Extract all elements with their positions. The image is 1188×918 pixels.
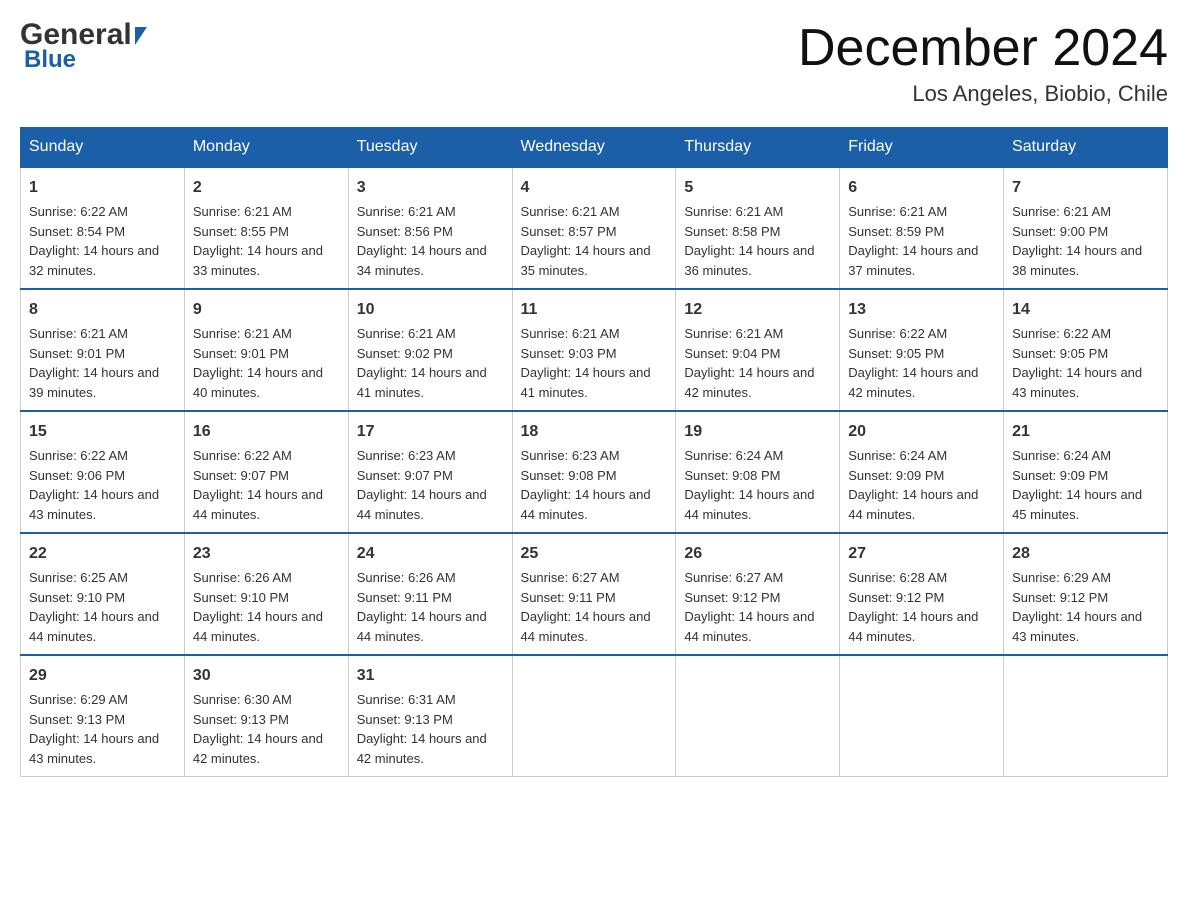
table-row: 4Sunrise: 6:21 AMSunset: 8:57 PMDaylight… xyxy=(512,167,676,289)
calendar-week-row: 15Sunrise: 6:22 AMSunset: 9:06 PMDayligh… xyxy=(21,411,1168,533)
day-number: 28 xyxy=(1012,542,1159,566)
table-row: 12Sunrise: 6:21 AMSunset: 9:04 PMDayligh… xyxy=(676,289,840,411)
day-number: 8 xyxy=(29,298,176,322)
table-row: 25Sunrise: 6:27 AMSunset: 9:11 PMDayligh… xyxy=(512,533,676,655)
title-area: December 2024 Los Angeles, Biobio, Chile xyxy=(798,20,1168,107)
day-number: 3 xyxy=(357,176,504,200)
day-number: 15 xyxy=(29,420,176,444)
table-row xyxy=(676,655,840,777)
table-row: 16Sunrise: 6:22 AMSunset: 9:07 PMDayligh… xyxy=(184,411,348,533)
table-row: 6Sunrise: 6:21 AMSunset: 8:59 PMDaylight… xyxy=(840,167,1004,289)
day-number: 27 xyxy=(848,542,995,566)
table-row: 11Sunrise: 6:21 AMSunset: 9:03 PMDayligh… xyxy=(512,289,676,411)
calendar-week-row: 8Sunrise: 6:21 AMSunset: 9:01 PMDaylight… xyxy=(21,289,1168,411)
calendar-header-row: Sunday Monday Tuesday Wednesday Thursday… xyxy=(21,128,1168,168)
day-number: 11 xyxy=(521,298,668,322)
table-row: 2Sunrise: 6:21 AMSunset: 8:55 PMDaylight… xyxy=(184,167,348,289)
calendar-table: Sunday Monday Tuesday Wednesday Thursday… xyxy=(20,127,1168,777)
day-number: 31 xyxy=(357,664,504,688)
table-row: 29Sunrise: 6:29 AMSunset: 9:13 PMDayligh… xyxy=(21,655,185,777)
calendar-week-row: 29Sunrise: 6:29 AMSunset: 9:13 PMDayligh… xyxy=(21,655,1168,777)
col-tuesday: Tuesday xyxy=(348,128,512,168)
day-number: 24 xyxy=(357,542,504,566)
day-number: 19 xyxy=(684,420,831,444)
col-monday: Monday xyxy=(184,128,348,168)
col-friday: Friday xyxy=(840,128,1004,168)
table-row: 24Sunrise: 6:26 AMSunset: 9:11 PMDayligh… xyxy=(348,533,512,655)
day-number: 30 xyxy=(193,664,340,688)
day-number: 18 xyxy=(521,420,668,444)
day-number: 21 xyxy=(1012,420,1159,444)
day-number: 16 xyxy=(193,420,340,444)
calendar-week-row: 22Sunrise: 6:25 AMSunset: 9:10 PMDayligh… xyxy=(21,533,1168,655)
day-number: 2 xyxy=(193,176,340,200)
table-row xyxy=(512,655,676,777)
table-row: 31Sunrise: 6:31 AMSunset: 9:13 PMDayligh… xyxy=(348,655,512,777)
col-wednesday: Wednesday xyxy=(512,128,676,168)
day-number: 20 xyxy=(848,420,995,444)
day-number: 10 xyxy=(357,298,504,322)
day-number: 22 xyxy=(29,542,176,566)
day-number: 14 xyxy=(1012,298,1159,322)
location-title: Los Angeles, Biobio, Chile xyxy=(798,81,1168,107)
month-title: December 2024 xyxy=(798,20,1168,77)
table-row: 7Sunrise: 6:21 AMSunset: 9:00 PMDaylight… xyxy=(1004,167,1168,289)
day-number: 26 xyxy=(684,542,831,566)
day-number: 17 xyxy=(357,420,504,444)
col-thursday: Thursday xyxy=(676,128,840,168)
day-number: 7 xyxy=(1012,176,1159,200)
table-row: 1Sunrise: 6:22 AMSunset: 8:54 PMDaylight… xyxy=(21,167,185,289)
day-number: 1 xyxy=(29,176,176,200)
day-number: 6 xyxy=(848,176,995,200)
table-row: 22Sunrise: 6:25 AMSunset: 9:10 PMDayligh… xyxy=(21,533,185,655)
table-row: 21Sunrise: 6:24 AMSunset: 9:09 PMDayligh… xyxy=(1004,411,1168,533)
day-number: 13 xyxy=(848,298,995,322)
calendar-week-row: 1Sunrise: 6:22 AMSunset: 8:54 PMDaylight… xyxy=(21,167,1168,289)
day-number: 23 xyxy=(193,542,340,566)
col-saturday: Saturday xyxy=(1004,128,1168,168)
table-row: 15Sunrise: 6:22 AMSunset: 9:06 PMDayligh… xyxy=(21,411,185,533)
logo-blue-text: Blue xyxy=(24,46,147,74)
table-row: 10Sunrise: 6:21 AMSunset: 9:02 PMDayligh… xyxy=(348,289,512,411)
day-number: 5 xyxy=(684,176,831,200)
table-row xyxy=(840,655,1004,777)
logo: General Blue xyxy=(20,20,147,74)
day-number: 4 xyxy=(521,176,668,200)
day-number: 9 xyxy=(193,298,340,322)
day-number: 29 xyxy=(29,664,176,688)
table-row: 14Sunrise: 6:22 AMSunset: 9:05 PMDayligh… xyxy=(1004,289,1168,411)
table-row: 8Sunrise: 6:21 AMSunset: 9:01 PMDaylight… xyxy=(21,289,185,411)
table-row: 9Sunrise: 6:21 AMSunset: 9:01 PMDaylight… xyxy=(184,289,348,411)
table-row: 3Sunrise: 6:21 AMSunset: 8:56 PMDaylight… xyxy=(348,167,512,289)
day-number: 12 xyxy=(684,298,831,322)
table-row: 19Sunrise: 6:24 AMSunset: 9:08 PMDayligh… xyxy=(676,411,840,533)
day-number: 25 xyxy=(521,542,668,566)
table-row: 18Sunrise: 6:23 AMSunset: 9:08 PMDayligh… xyxy=(512,411,676,533)
table-row: 13Sunrise: 6:22 AMSunset: 9:05 PMDayligh… xyxy=(840,289,1004,411)
table-row: 30Sunrise: 6:30 AMSunset: 9:13 PMDayligh… xyxy=(184,655,348,777)
table-row xyxy=(1004,655,1168,777)
table-row: 23Sunrise: 6:26 AMSunset: 9:10 PMDayligh… xyxy=(184,533,348,655)
page-header: General Blue December 2024 Los Angeles, … xyxy=(20,20,1168,107)
logo-triangle-icon xyxy=(135,27,147,45)
table-row: 26Sunrise: 6:27 AMSunset: 9:12 PMDayligh… xyxy=(676,533,840,655)
table-row: 28Sunrise: 6:29 AMSunset: 9:12 PMDayligh… xyxy=(1004,533,1168,655)
table-row: 5Sunrise: 6:21 AMSunset: 8:58 PMDaylight… xyxy=(676,167,840,289)
table-row: 20Sunrise: 6:24 AMSunset: 9:09 PMDayligh… xyxy=(840,411,1004,533)
table-row: 27Sunrise: 6:28 AMSunset: 9:12 PMDayligh… xyxy=(840,533,1004,655)
table-row: 17Sunrise: 6:23 AMSunset: 9:07 PMDayligh… xyxy=(348,411,512,533)
col-sunday: Sunday xyxy=(21,128,185,168)
